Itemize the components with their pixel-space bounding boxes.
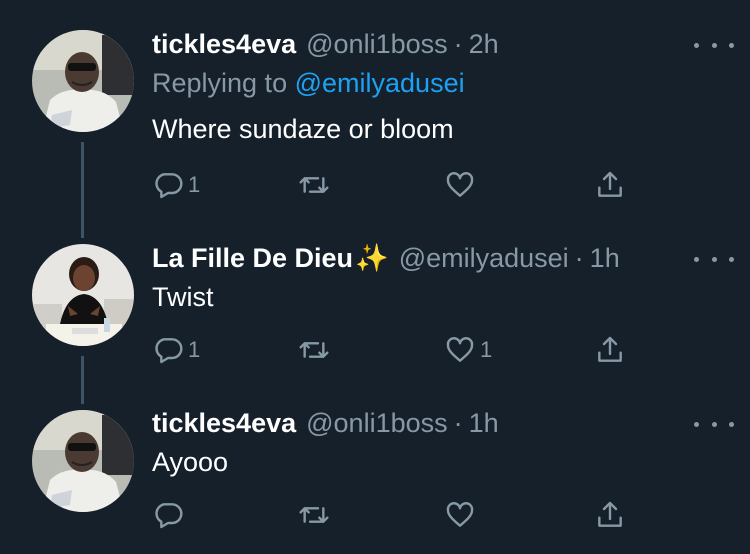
reply-icon (155, 338, 183, 364)
reply-icon (155, 503, 183, 529)
tweet-text: Twist (152, 282, 214, 312)
separator: · (574, 243, 584, 273)
more-options-icon[interactable] (694, 417, 734, 431)
like-button[interactable]: 1 (444, 332, 492, 368)
retweet-button[interactable] (298, 497, 334, 533)
conversation-thread: tickles4eva @onli1boss · 2h Replying to … (0, 0, 750, 554)
share-icon (598, 336, 622, 362)
sparkles-emoji: ✨ (355, 243, 389, 273)
user-handle[interactable]: @emilyadusei (399, 242, 569, 274)
timestamp[interactable]: 1h (469, 407, 499, 439)
retweet-button[interactable] (298, 167, 334, 203)
tweet-actions: 1 (152, 167, 632, 203)
user-handle[interactable]: @onli1boss (306, 28, 448, 60)
tweet[interactable]: tickles4eva @onli1boss · 2h Replying to … (0, 0, 750, 225)
tweet-header: tickles4eva @onli1boss · 1h (152, 407, 730, 439)
tweet-actions (152, 497, 632, 533)
like-count: 1 (480, 337, 493, 362)
like-button[interactable] (444, 497, 480, 533)
display-name[interactable]: tickles4eva (152, 28, 296, 60)
replying-prefix: Replying to (152, 68, 288, 98)
share-button[interactable] (594, 167, 626, 203)
timestamp[interactable]: 1h (590, 242, 620, 274)
more-options-icon[interactable] (694, 38, 734, 52)
retweet-button[interactable] (298, 332, 334, 368)
user-handle[interactable]: @onli1boss (306, 407, 448, 439)
tweet-text: Ayooo (152, 447, 229, 477)
share-icon (598, 171, 622, 197)
reply-button[interactable]: 1 (152, 167, 200, 203)
display-name[interactable]: La Fille De Dieu (152, 242, 353, 274)
tweet-header: La Fille De Dieu ✨ @emilyadusei · 1h (152, 242, 730, 274)
tweet[interactable]: La Fille De Dieu ✨ @emilyadusei · 1h Twi… (0, 225, 750, 395)
reply-count: 1 (188, 172, 201, 197)
reply-button[interactable]: 1 (152, 332, 200, 368)
timestamp[interactable]: 2h (469, 28, 499, 60)
share-icon (598, 501, 622, 527)
like-button[interactable] (444, 167, 480, 203)
like-icon (446, 172, 474, 197)
separator: · (453, 29, 463, 59)
reply-button[interactable] (152, 497, 188, 533)
retweet-icon (299, 177, 329, 193)
replying-to: Replying to @emilyadusei (152, 66, 730, 100)
avatar[interactable] (32, 30, 134, 132)
more-options-icon[interactable] (694, 252, 734, 266)
like-icon (446, 502, 474, 527)
reply-icon (155, 173, 183, 199)
avatar[interactable] (32, 244, 134, 346)
tweet[interactable]: tickles4eva @onli1boss · 1h Ayooo (0, 395, 750, 554)
retweet-icon (299, 342, 329, 358)
mention-link[interactable]: @emilyadusei (295, 68, 465, 98)
tweet-actions: 1 1 (152, 332, 632, 368)
avatar[interactable] (32, 410, 134, 512)
retweet-icon (299, 507, 329, 523)
reply-count: 1 (188, 337, 201, 362)
tweet-header: tickles4eva @onli1boss · 2h (152, 28, 730, 60)
like-icon (446, 337, 474, 362)
share-button[interactable] (594, 497, 626, 533)
separator: · (453, 408, 463, 438)
share-button[interactable] (594, 332, 626, 368)
tweet-text: Where sundaze or bloom (152, 114, 454, 144)
display-name[interactable]: tickles4eva (152, 407, 296, 439)
